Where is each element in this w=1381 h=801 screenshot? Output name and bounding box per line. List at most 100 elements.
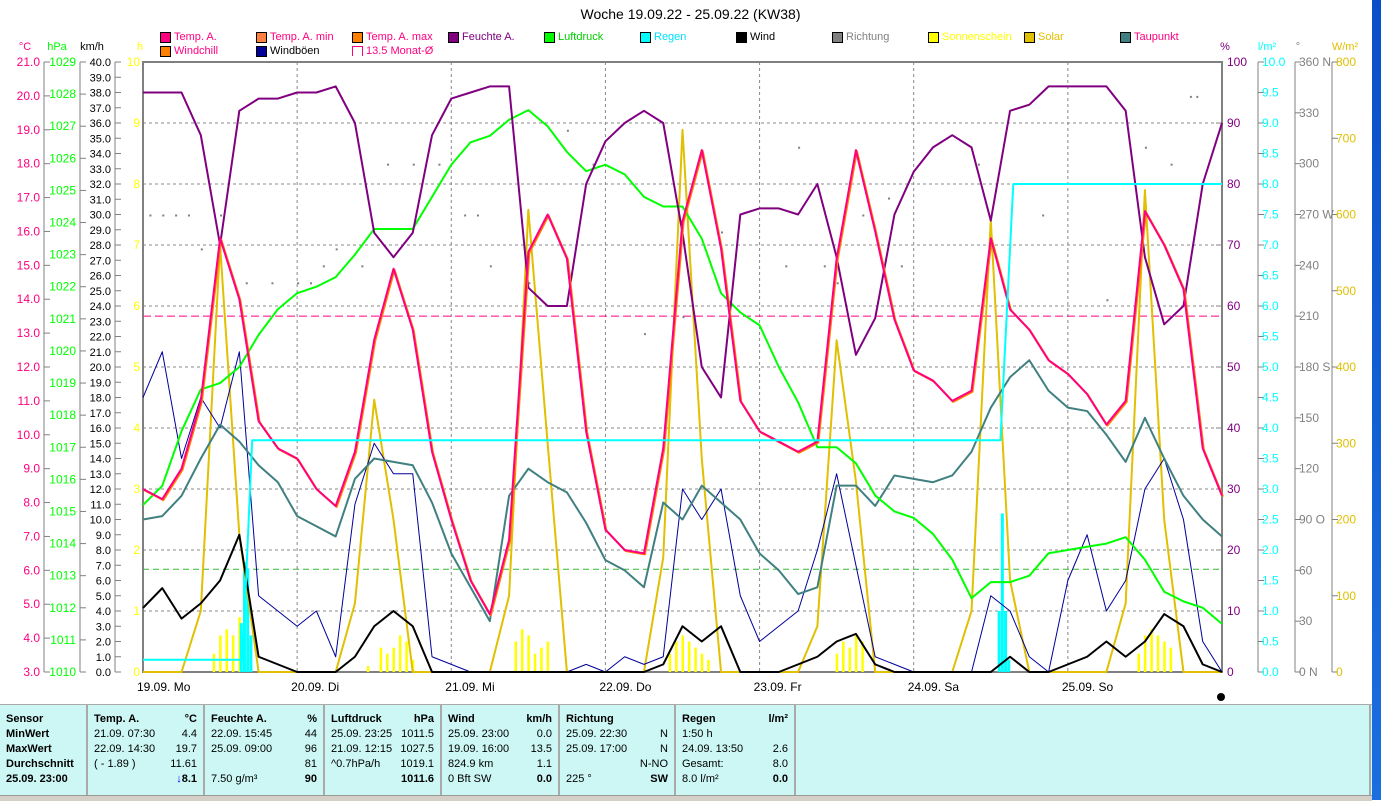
table-header: Feuchte A.% [211, 712, 317, 726]
sunshine-bar [212, 653, 216, 672]
series-line-temp-a- [142, 149, 1223, 616]
rain-tick-label: 3.5 [1262, 452, 1279, 466]
table-row: 25.09. 22:30 N [566, 727, 668, 741]
cell-label: 22.09. 15:45 [211, 728, 273, 740]
pressure-tick-label: 1010 [49, 665, 76, 679]
cell-value: 44 [304, 728, 317, 740]
rain-bar [1000, 513, 1004, 672]
wind-tick-label: 36.0 [90, 118, 111, 130]
temp-tick-label: 16.0 [17, 224, 41, 238]
rain-bar [1004, 611, 1008, 672]
direction-tick-label: 300 [1299, 157, 1319, 171]
humidity-tick-label: 70 [1227, 238, 1241, 252]
column-unit: °C [184, 713, 197, 725]
wind-tick-label: 3.0 [96, 621, 111, 633]
sunshine-bar [848, 647, 851, 672]
direction-point [1196, 95, 1199, 98]
sunshine-bar [520, 629, 524, 672]
cell-value: 4.4 [181, 728, 197, 740]
direction-tick-label: 0 N [1299, 665, 1318, 679]
sun-tick-label: 6 [133, 299, 140, 313]
wind-tick-label: 37.0 [90, 103, 111, 115]
cell-label: 7.50 g/m³ [211, 773, 258, 785]
table-row: 22.09. 15:45 44 [211, 727, 317, 741]
cell-value: 1011.6 [400, 773, 434, 785]
direction-point [335, 248, 338, 251]
table-row: 824.9 km 1.1 [448, 757, 552, 771]
pressure-tick-label: 1015 [49, 504, 76, 518]
direction-point [387, 163, 390, 166]
pressure-tick-label: 1019 [49, 376, 76, 390]
table-row: 21.09. 12:15 1027.5 [331, 742, 434, 756]
sun-tick-label: 5 [133, 360, 140, 374]
table-header: Wind km/h [448, 712, 552, 726]
cell-value: 8.0 [772, 758, 788, 770]
temp-tick-label: 17.0 [17, 191, 41, 205]
sunshine-bar [514, 641, 518, 672]
cell-label: ( - 1.89 ) [94, 758, 136, 770]
table-column: Sensor MinWert MaxWert Durchschnitt 25.09. 2… [0, 705, 88, 796]
direction-tick-label: 330 [1299, 106, 1319, 120]
wind-tick-label: 35.0 [90, 133, 111, 145]
direction-point [977, 163, 980, 166]
sunshine-bar [527, 635, 530, 672]
wind-tick-label: 40.0 [90, 57, 111, 69]
pressure-tick-label: 1011 [50, 633, 76, 647]
temp-tick-label: 7.0 [23, 529, 40, 543]
direction-point [682, 316, 685, 319]
solar-tick-label: 800 [1336, 55, 1356, 69]
direction-point [476, 214, 479, 217]
column-title: Sensor [6, 713, 44, 725]
wind-tick-label: 2.0 [96, 637, 111, 649]
column-unit: km/h [526, 713, 552, 725]
humidity-tick-label: 10 [1227, 604, 1241, 618]
cell-value: 11.61 [170, 758, 197, 770]
sunshine-bar [668, 653, 672, 672]
wind-tick-label: 14.0 [90, 454, 111, 466]
direction-point [187, 214, 190, 217]
direction-point [798, 146, 801, 149]
rain-tick-label: 0.5 [1262, 635, 1279, 649]
direction-point [1170, 163, 1173, 166]
direction-point [785, 265, 788, 268]
rain-tick-label: 4.5 [1262, 391, 1279, 405]
wind-tick-label: 27.0 [90, 255, 111, 267]
table-header: Luftdruck hPa [331, 712, 434, 726]
pressure-tick-label: 1028 [49, 87, 76, 101]
direction-point [309, 282, 312, 285]
wind-tick-label: 38.0 [90, 88, 111, 100]
weather-chart: 3.04.05.06.07.08.09.010.011.012.013.014.… [17, 41, 1358, 701]
rain-bar [997, 611, 1001, 672]
direction-point [900, 265, 903, 268]
table-row: ↓ 8.1 [94, 772, 197, 786]
axis-unit-label: % [1220, 41, 1230, 53]
direction-point [464, 214, 467, 217]
wind-tick-label: 0.0 [96, 667, 111, 679]
solar-tick-label: 600 [1336, 208, 1356, 222]
pressure-tick-label: 1016 [49, 472, 76, 486]
rain-tick-label: 10.0 [1262, 55, 1286, 69]
temp-tick-label: 11.0 [18, 394, 41, 408]
table-row: 25.09. 23:00 0.0 [448, 727, 552, 741]
plot-frame [142, 61, 1223, 673]
pressure-tick-label: 1026 [49, 151, 76, 165]
table-row: 19.09. 16:00 13.5 [448, 742, 552, 756]
cell-label: 19.09. 16:00 [448, 743, 510, 755]
cell-label: 24.09. 13:50 [682, 743, 744, 755]
wind-tick-label: 22.0 [90, 332, 111, 344]
rain-tick-label: 5.0 [1262, 360, 1279, 374]
direction-point [200, 248, 203, 251]
sun-tick-label: 4 [133, 421, 140, 435]
table-column: Temp. A. °C 21.09. 07:30 4.4 22.09. 14:30 19.… [88, 705, 205, 796]
cell-label: 25.09. 09:00 [211, 743, 273, 755]
table-header: Sensor [6, 712, 80, 726]
table-row: 1:50 h [682, 727, 788, 741]
wind-tick-label: 19.0 [90, 377, 111, 389]
direction-tick-label: 210 [1299, 309, 1319, 323]
wind-tick-label: 6.0 [96, 576, 111, 588]
column-title: Luftdruck [331, 713, 382, 725]
rain-bar [1007, 659, 1011, 672]
cell-label: 21.09. 07:30 [94, 728, 156, 740]
sunshine-bar [707, 659, 710, 672]
table-row: 25.09. 23:25 1011.5 [331, 727, 434, 741]
